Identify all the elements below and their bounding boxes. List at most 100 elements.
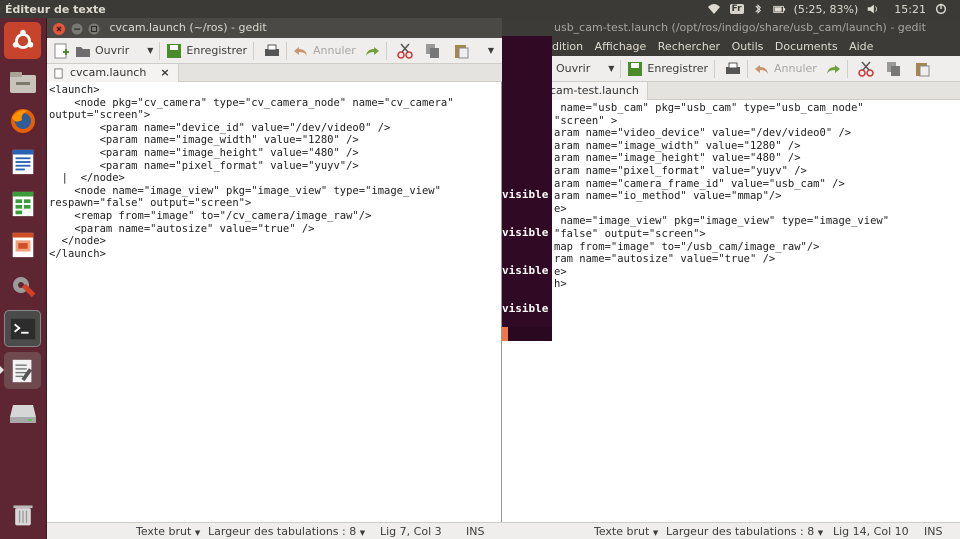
code-line: ram name="autosize" value="true" /> (554, 253, 776, 266)
front-tab-width-selector[interactable]: Largeur des tabulations : 8 ▼ (208, 523, 365, 539)
dropdown-arrow-icon: ▼ (194, 529, 201, 537)
close-window-button[interactable] (53, 22, 65, 35)
minimize-window-button[interactable] (71, 22, 83, 35)
terminal-line: visible (502, 226, 549, 239)
menu-rechercher[interactable]: Rechercher (658, 40, 720, 53)
copy-icon[interactable] (886, 61, 902, 77)
back-save-button[interactable]: Enregistrer (627, 61, 708, 77)
front-save-button[interactable]: Enregistrer (166, 43, 247, 59)
toolbar-separator (620, 59, 622, 78)
front-gedit-window[interactable]: cvcam.launch (~/ros) - gedit Ouvrir ▼ En… (47, 18, 502, 539)
back-tab-width-selector[interactable]: Largeur des tabulations : 8 ▼ (666, 523, 823, 539)
back-tab-width-label: Largeur des tabulations : 8 (666, 525, 815, 538)
menu-documents[interactable]: Documents (775, 40, 838, 53)
front-code-area[interactable]: <launch> <node pkg="cv_camera" type="cv_… (47, 84, 502, 522)
toolbar-separator (286, 41, 288, 60)
redo-icon[interactable] (364, 43, 380, 59)
toolbar-separator (846, 59, 848, 78)
paste-icon[interactable] (914, 61, 930, 77)
menu-affichage[interactable]: Affichage (595, 40, 647, 53)
code-line: "screen" > (554, 114, 618, 127)
keyboard-layout-indicator[interactable]: Fr (729, 4, 744, 14)
calc-icon[interactable] (4, 185, 41, 222)
back-open-button[interactable]: Ouvrir ▼ (556, 62, 614, 75)
terminal-line: visible (502, 188, 549, 201)
back-tab-bar: cam-test.launch (502, 82, 960, 100)
back-cursor-position: Lig 14, Col 10 (833, 525, 909, 538)
front-tab-label: cvcam.launch (70, 66, 147, 79)
network-icon[interactable] (706, 1, 722, 17)
files-icon[interactable] (4, 63, 41, 100)
volume-icon[interactable] (866, 2, 880, 16)
terminal-window[interactable]: visible visible visible visible (502, 36, 552, 341)
cut-icon[interactable] (397, 43, 413, 59)
undo-icon (755, 64, 769, 74)
print-icon[interactable] (264, 43, 280, 59)
front-language-selector[interactable]: Texte brut ▼ (136, 523, 200, 539)
toolbar-overflow-icon[interactable]: ▼ (488, 46, 494, 55)
writer-icon[interactable] (4, 143, 41, 180)
new-document-icon[interactable] (53, 43, 69, 59)
terminal-cursor (502, 327, 552, 341)
clock[interactable]: 15:21 (894, 3, 926, 16)
top-panel: Éditeur de texte Fr (5:25, 83%) 15:21 (0, 0, 960, 18)
dropdown-arrow-icon: ▼ (817, 529, 824, 537)
menu-outils[interactable]: Outils (732, 40, 764, 53)
code-line: <param name="device_id" value="/dev/vide… (49, 121, 391, 134)
trash-icon[interactable] (4, 496, 41, 533)
toolbar-separator (385, 41, 387, 60)
drive-icon[interactable] (4, 393, 41, 430)
menu-edition[interactable]: dition (552, 40, 583, 53)
code-line: aram name="pixel_format" value="yuyv" /> (554, 164, 807, 177)
bluetooth-icon[interactable] (752, 3, 764, 15)
toolbar-separator (159, 41, 161, 60)
front-language-label: Texte brut (136, 525, 192, 538)
terminal-icon[interactable] (4, 310, 41, 347)
back-undo-button[interactable]: Annuler (754, 61, 817, 77)
back-save-label: Enregistrer (647, 62, 709, 75)
print-icon[interactable] (725, 61, 741, 77)
dropdown-arrow-icon[interactable]: ▼ (608, 64, 614, 73)
back-undo-label: Annuler (774, 62, 817, 75)
paste-icon[interactable] (453, 43, 469, 59)
back-gedit-window[interactable]: usb_cam-test.launch (/opt/ros/indigo/sha… (502, 18, 960, 539)
battery-icon[interactable] (772, 2, 786, 16)
back-language-label: Texte brut (594, 525, 650, 538)
front-titlebar[interactable]: cvcam.launch (~/ros) - gedit (47, 18, 502, 38)
close-tab-icon[interactable]: × (160, 64, 169, 82)
code-line: e> (554, 265, 567, 278)
code-line: <node pkg="cv_camera" type="cv_camera_no… (49, 96, 454, 109)
dropdown-arrow-icon: ▼ (652, 529, 659, 537)
battery-status[interactable]: (5:25, 83%) (794, 3, 859, 16)
cut-icon[interactable] (858, 61, 874, 77)
front-open-button[interactable]: Ouvrir ▼ (75, 43, 153, 59)
settings-icon[interactable] (4, 268, 41, 305)
terminal-line: visible (502, 264, 549, 277)
code-line: <param name="image_width" value="1280" /… (49, 134, 359, 147)
copy-icon[interactable] (425, 43, 441, 59)
code-line: | </node> (49, 172, 125, 185)
launcher (0, 18, 47, 539)
back-window-title[interactable]: usb_cam-test.launch (/opt/ros/indigo/sha… (502, 18, 960, 38)
back-code-area[interactable]: name="usb_cam" pkg="usb_cam" type="usb_c… (502, 102, 960, 522)
front-undo-label: Annuler (313, 44, 356, 57)
front-statusbar: Texte brut ▼ Largeur des tabulations : 8… (47, 522, 502, 539)
back-language-selector[interactable]: Texte brut ▼ (594, 523, 658, 539)
impress-icon[interactable] (4, 226, 41, 263)
code-line: aram name="image_height" value="480" /> (554, 152, 801, 165)
code-line: h> (554, 278, 567, 291)
menu-aide[interactable]: Aide (849, 40, 873, 53)
code-line: e> (554, 202, 567, 215)
front-undo-button[interactable]: Annuler (293, 43, 356, 59)
system-menu-icon[interactable] (934, 2, 948, 16)
firefox-icon[interactable] (4, 102, 41, 139)
ubuntu-icon[interactable] (4, 22, 41, 59)
dropdown-arrow-icon[interactable]: ▼ (147, 46, 153, 55)
save-icon (167, 43, 182, 58)
redo-icon[interactable] (825, 61, 841, 77)
front-document-tab[interactable]: cvcam.launch × (47, 64, 179, 82)
gedit-icon[interactable] (4, 352, 41, 389)
maximize-window-button[interactable] (88, 22, 100, 35)
front-tab-width-label: Largeur des tabulations : 8 (208, 525, 357, 538)
document-icon (54, 67, 63, 79)
